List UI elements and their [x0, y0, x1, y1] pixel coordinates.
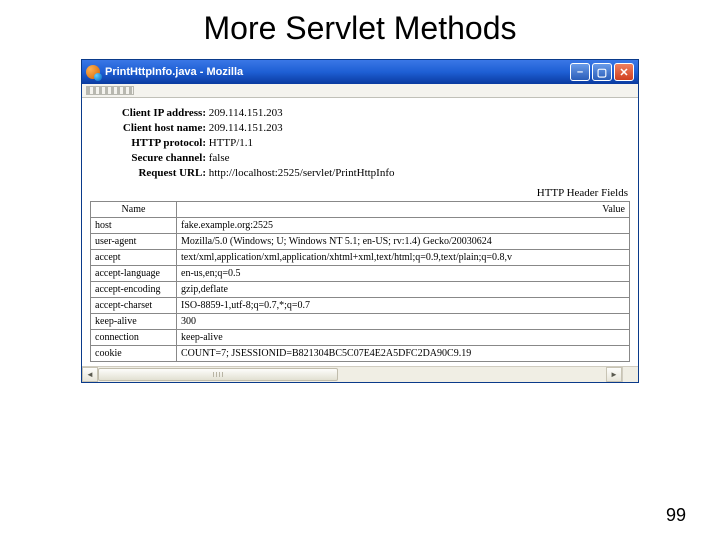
scroll-right-button[interactable]: ► — [606, 367, 622, 382]
scroll-track[interactable] — [98, 367, 606, 382]
info-ip: Client IP address: 209.114.151.203 — [90, 107, 630, 119]
table-caption: HTTP Header Fields — [90, 187, 628, 199]
info-secure: Secure channel: false — [90, 152, 630, 164]
minimize-button[interactable]: – — [570, 63, 590, 81]
header-name-cell: accept-charset — [91, 298, 177, 314]
header-value-cell: Mozilla/5.0 (Windows; U; Windows NT 5.1;… — [177, 234, 630, 250]
page-content: Client IP address: 209.114.151.203 Clien… — [82, 98, 638, 366]
table-row: accept-languageen-us,en;q=0.5 — [91, 266, 630, 282]
table-row: user-agentMozilla/5.0 (Windows; U; Windo… — [91, 234, 630, 250]
header-name-cell: connection — [91, 330, 177, 346]
header-value-cell: en-us,en;q=0.5 — [177, 266, 630, 282]
header-name-cell: keep-alive — [91, 314, 177, 330]
header-value-cell: text/xml,application/xml,application/xht… — [177, 250, 630, 266]
horizontal-scrollbar[interactable]: ◄ ► — [82, 366, 638, 382]
table-row: accepttext/xml,application/xml,applicati… — [91, 250, 630, 266]
header-name-cell: accept-language — [91, 266, 177, 282]
info-url: Request URL: http://localhost:2525/servl… — [90, 167, 630, 179]
table-row: cookieCOUNT=7; JSESSIONID=B821304BC5C07E… — [91, 346, 630, 362]
header-value-cell: gzip,deflate — [177, 282, 630, 298]
table-row: connectionkeep-alive — [91, 330, 630, 346]
header-name-cell: accept-encoding — [91, 282, 177, 298]
http-headers-table: Name Value hostfake.example.org:2525user… — [90, 201, 630, 362]
value-secure-channel: false — [209, 152, 230, 164]
label-client-host: Client host name: — [90, 122, 206, 134]
header-value-cell: ISO-8859-1,utf-8;q=0.7,*;q=0.7 — [177, 298, 630, 314]
table-row: keep-alive300 — [91, 314, 630, 330]
value-http-protocol: HTTP/1.1 — [209, 137, 253, 149]
scroll-corner — [622, 367, 638, 382]
window-controls: – ▢ ✕ — [570, 63, 634, 81]
header-value-cell: 300 — [177, 314, 630, 330]
throbber-icon — [86, 86, 134, 95]
value-request-url: http://localhost:2525/servlet/PrintHttpI… — [209, 167, 395, 179]
scroll-left-button[interactable]: ◄ — [82, 367, 98, 382]
slide-title: More Servlet Methods — [0, 10, 720, 47]
info-host: Client host name: 209.114.151.203 — [90, 122, 630, 134]
toolbar-row — [82, 84, 638, 98]
table-row: hostfake.example.org:2525 — [91, 218, 630, 234]
table-header-row: Name Value — [91, 202, 630, 218]
table-row: accept-encodinggzip,deflate — [91, 282, 630, 298]
header-value-cell: keep-alive — [177, 330, 630, 346]
label-request-url: Request URL: — [90, 167, 206, 179]
window-title: PrintHttpInfo.java - Mozilla — [105, 66, 570, 78]
window-titlebar: PrintHttpInfo.java - Mozilla – ▢ ✕ — [82, 60, 638, 84]
col-name: Name — [91, 202, 177, 218]
header-name-cell: host — [91, 218, 177, 234]
label-secure-channel: Secure channel: — [90, 152, 206, 164]
header-value-cell: fake.example.org:2525 — [177, 218, 630, 234]
slide-page-number: 99 — [666, 505, 686, 526]
mozilla-icon — [86, 65, 100, 79]
label-http-protocol: HTTP protocol: — [90, 137, 206, 149]
header-name-cell: cookie — [91, 346, 177, 362]
maximize-button[interactable]: ▢ — [592, 63, 612, 81]
header-name-cell: user-agent — [91, 234, 177, 250]
label-client-ip: Client IP address: — [90, 107, 206, 119]
value-client-ip: 209.114.151.203 — [209, 107, 283, 119]
col-value: Value — [177, 202, 630, 218]
scroll-thumb[interactable] — [98, 368, 338, 381]
header-name-cell: accept — [91, 250, 177, 266]
browser-window: PrintHttpInfo.java - Mozilla – ▢ ✕ Clien… — [81, 59, 639, 383]
header-value-cell: COUNT=7; JSESSIONID=B821304BC5C07E4E2A5D… — [177, 346, 630, 362]
value-client-host: 209.114.151.203 — [209, 122, 283, 134]
table-row: accept-charsetISO-8859-1,utf-8;q=0.7,*;q… — [91, 298, 630, 314]
close-button[interactable]: ✕ — [614, 63, 634, 81]
info-protocol: HTTP protocol: HTTP/1.1 — [90, 137, 630, 149]
